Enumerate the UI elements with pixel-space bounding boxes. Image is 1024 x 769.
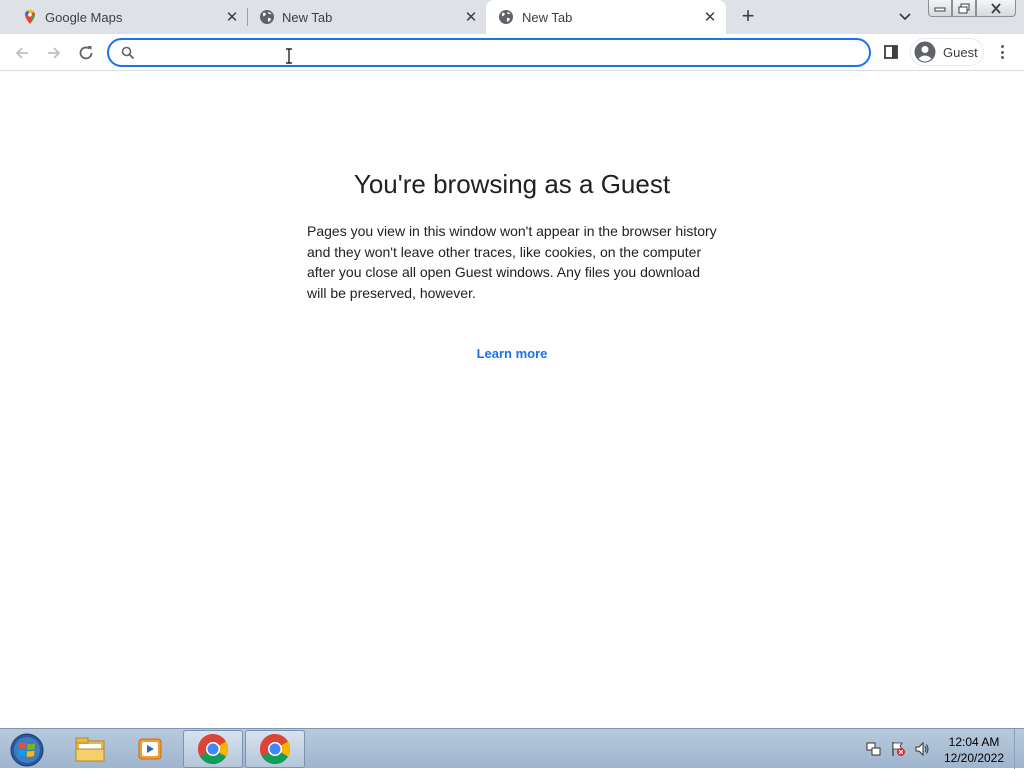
tab-strip: Google Maps ✕ New Tab ✕ New Tab ✕ + bbox=[0, 0, 1024, 34]
back-arrow-icon bbox=[15, 47, 28, 59]
browser-menu-icon[interactable] bbox=[994, 43, 1010, 61]
tab-google-maps[interactable]: Google Maps ✕ bbox=[8, 0, 248, 34]
tab-title: New Tab bbox=[522, 10, 573, 25]
tab-new-tab-1[interactable]: New Tab ✕ bbox=[245, 0, 485, 34]
action-center-flag-icon[interactable] bbox=[890, 741, 906, 757]
side-panel-icon[interactable] bbox=[883, 44, 899, 60]
taskbar-chrome-1[interactable] bbox=[183, 730, 243, 768]
close-icon bbox=[991, 2, 1001, 14]
chrome-icon bbox=[259, 734, 291, 765]
profile-button[interactable]: Guest bbox=[910, 38, 984, 66]
show-desktop-button[interactable] bbox=[1014, 729, 1024, 769]
network-icon[interactable] bbox=[866, 741, 882, 757]
tab-title: Google Maps bbox=[45, 10, 123, 25]
close-tab-icon[interactable]: ✕ bbox=[224, 9, 240, 26]
close-window-button[interactable] bbox=[976, 0, 1016, 17]
forward-button[interactable] bbox=[42, 41, 66, 65]
minimize-button[interactable] bbox=[928, 0, 952, 17]
guest-page: You're browsing as a Guest Pages you vie… bbox=[0, 71, 1024, 728]
globe-icon bbox=[499, 10, 513, 24]
tab-title: New Tab bbox=[282, 10, 333, 25]
forward-arrow-icon bbox=[48, 47, 61, 59]
file-explorer-icon bbox=[75, 737, 105, 762]
taskbar: 12:04 AM 12/20/2022 bbox=[0, 728, 1024, 769]
guest-description: Pages you view in this window won't appe… bbox=[307, 223, 717, 301]
reload-button[interactable] bbox=[74, 41, 98, 65]
google-maps-icon bbox=[25, 10, 35, 24]
back-button[interactable] bbox=[10, 41, 34, 65]
new-tab-button[interactable]: + bbox=[736, 5, 760, 28]
chevron-down-icon[interactable] bbox=[896, 9, 914, 25]
minimize-icon bbox=[934, 7, 946, 12]
profile-label: Guest bbox=[943, 45, 978, 60]
clock-time: 12:04 AM bbox=[948, 735, 1000, 749]
close-tab-icon[interactable]: ✕ bbox=[463, 9, 479, 26]
reload-icon bbox=[79, 46, 93, 60]
address-bar[interactable] bbox=[107, 38, 871, 67]
taskbar-file-explorer[interactable] bbox=[60, 730, 120, 768]
globe-icon bbox=[260, 10, 274, 24]
volume-icon[interactable] bbox=[914, 741, 930, 757]
avatar-icon bbox=[914, 41, 936, 63]
restore-icon bbox=[958, 3, 970, 13]
text-cursor-icon bbox=[286, 48, 292, 64]
taskbar-chrome-2[interactable] bbox=[245, 730, 305, 768]
search-icon bbox=[121, 46, 135, 60]
address-input[interactable] bbox=[143, 43, 843, 62]
tab-new-tab-active[interactable]: New Tab ✕ bbox=[486, 0, 726, 34]
start-button[interactable] bbox=[8, 732, 46, 768]
media-player-icon bbox=[138, 738, 162, 760]
close-tab-icon[interactable]: ✕ bbox=[702, 9, 718, 26]
chrome-icon bbox=[197, 734, 229, 765]
browser-toolbar: Guest bbox=[0, 34, 1024, 71]
taskbar-media-player[interactable] bbox=[120, 730, 180, 768]
restore-button[interactable] bbox=[952, 0, 976, 17]
taskbar-clock[interactable]: 12:04 AM 12/20/2022 bbox=[938, 734, 1010, 766]
learn-more-link[interactable]: Learn more bbox=[0, 346, 1024, 361]
clock-date: 12/20/2022 bbox=[943, 751, 1005, 765]
page-title: You're browsing as a Guest bbox=[353, 169, 671, 199]
